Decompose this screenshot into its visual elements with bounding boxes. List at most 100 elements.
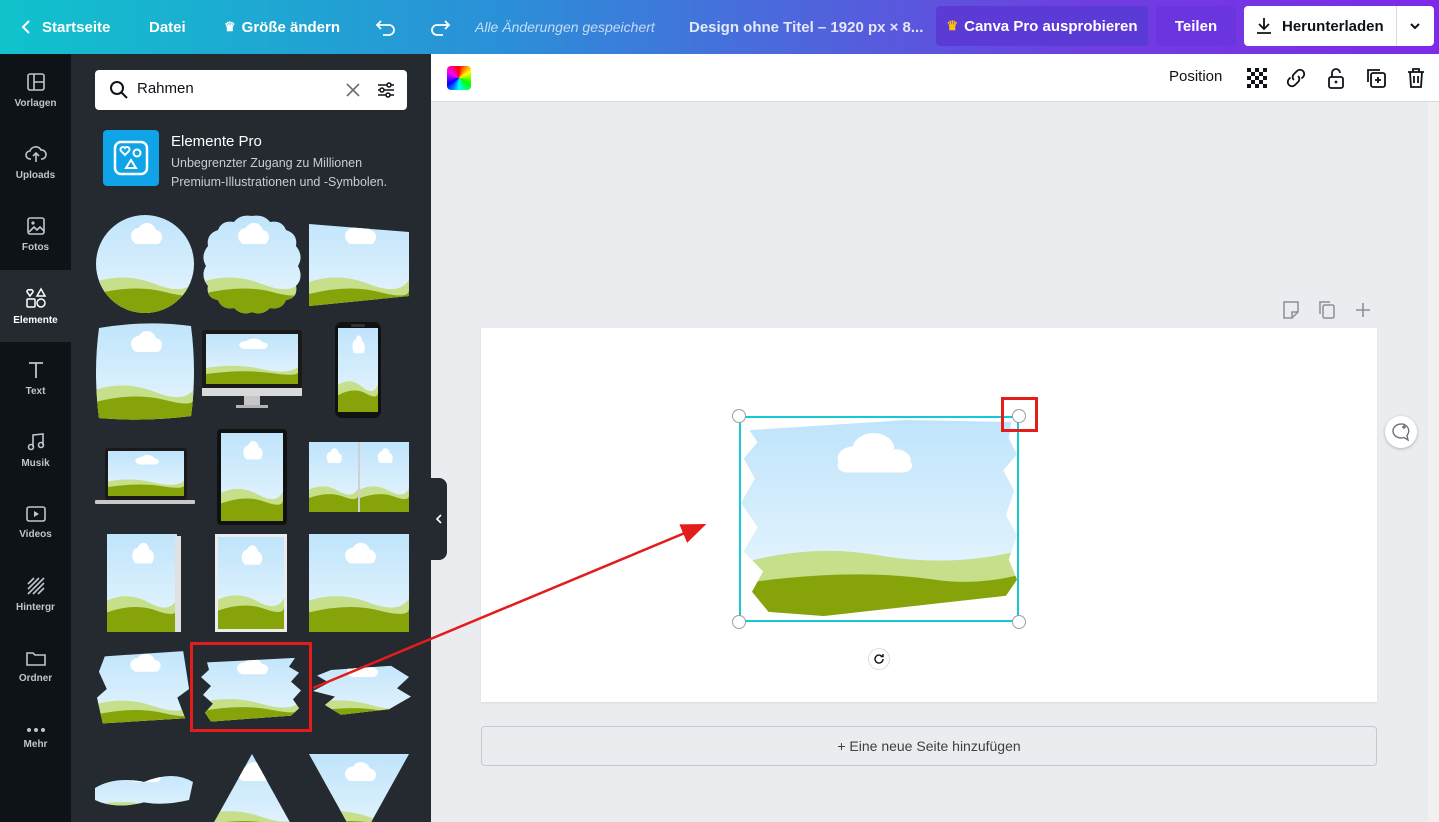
share-button[interactable]: Teilen [1156,6,1236,46]
download-divider [1396,6,1397,46]
top-bar: Startseite Datei ♛ Größe ändern Alle Änd… [0,0,1439,54]
promo-subtitle: Unbegrenzter Zugang zu Millionen Premium… [171,154,411,192]
try-pro-label: Canva Pro ausprobieren [964,17,1138,35]
add-new-page-button[interactable]: + Eine neue Seite hinzufügen [481,726,1377,766]
home-button[interactable]: Startseite [20,0,110,54]
download-button[interactable]: Herunterladen [1244,6,1434,46]
promo-title[interactable]: Elemente Pro [171,133,262,150]
comment-button[interactable] [1385,416,1417,448]
resize-label: Größe ändern [241,18,341,36]
frame-tablet[interactable] [217,429,287,525]
try-pro-button[interactable]: ♛ Canva Pro ausprobieren [936,6,1148,46]
copy-page-icon[interactable] [1318,300,1336,320]
highlight-box-selected-frame [190,642,312,732]
elements-pro-icon[interactable] [103,130,159,186]
trash-icon[interactable] [1404,66,1428,90]
frame-brush-stroke[interactable] [311,656,411,726]
rail-label: Text [25,385,46,397]
text-icon [28,361,43,378]
comment-add-icon [1392,423,1410,442]
rail-label: Elemente [13,314,58,326]
rail-item-uploads[interactable]: Uploads [0,126,71,198]
rail-item-more[interactable]: Mehr [0,702,71,774]
link-icon[interactable] [1284,66,1308,90]
clear-icon[interactable] [346,83,360,97]
save-status: Alle Änderungen gespeichert [475,19,655,35]
add-page-icon[interactable] [1354,300,1372,320]
resize-handle-top-left[interactable] [732,409,746,423]
undo-button[interactable] [375,0,397,54]
redo-icon [431,20,451,36]
color-picker-icon[interactable] [447,66,471,90]
design-title[interactable]: Design ohne Titel – 1920 px × 8... [689,0,923,54]
editor-toolbar: Position [431,54,1439,102]
unlock-icon[interactable] [1324,66,1348,90]
search-input[interactable] [137,80,337,97]
search-box[interactable] [95,70,407,110]
rail-item-templates[interactable]: Vorlagen [0,54,71,126]
collapse-panel-button[interactable] [431,478,447,560]
undo-icon [375,20,395,36]
frame-torn-edge[interactable] [95,646,193,732]
frame-triangle-inverted[interactable] [309,754,409,822]
folder-icon [25,651,46,666]
elements-icon [25,286,46,308]
frame-poster[interactable] [215,534,287,632]
frame-circle[interactable] [95,214,195,314]
duplicate-icon[interactable] [1364,66,1388,90]
rail-label: Hintergr [16,601,55,613]
frame-blob[interactable] [95,322,195,422]
rail-label: Fotos [21,241,50,253]
video-icon [25,505,46,522]
rail-item-folders[interactable]: Ordner [0,630,71,702]
chevron-down-icon[interactable] [1409,21,1421,31]
resize-handle-bottom-right[interactable] [1012,615,1026,629]
rail-item-photos[interactable]: Fotos [0,198,71,270]
frame-laptop[interactable] [95,448,195,504]
elements-panel: Elemente Pro Unbegrenzter Zugang zu Mill… [71,54,431,822]
home-label: Startseite [42,18,111,36]
rail-item-music[interactable]: Musik [0,414,71,486]
rail-item-videos[interactable]: Videos [0,486,71,558]
frame-phone[interactable] [335,322,381,418]
frame-canvas[interactable] [309,534,409,632]
chevron-left-icon [21,20,30,34]
highlight-box-corner-handle [1001,397,1038,432]
left-rail: Vorlagen Uploads Fotos Elemente Text Mus… [0,54,71,822]
download-label: Herunterladen [1282,17,1384,35]
rail-item-background[interactable]: Hintergr [0,558,71,630]
crown-icon: ♛ [946,18,959,33]
frame-skewed[interactable] [309,214,409,314]
resize-handle-bottom-left[interactable] [732,615,746,629]
crown-icon: ♛ [224,19,236,34]
position-button[interactable]: Position [1169,68,1222,85]
rail-label: Mehr [23,738,48,750]
frame-scallop[interactable] [202,214,302,314]
rail-label: Vorlagen [14,97,57,109]
rail-label: Musik [21,457,50,469]
transparency-icon[interactable] [1245,66,1269,90]
rotate-icon [874,654,884,664]
frame-wave[interactable] [95,764,193,822]
music-icon [27,432,44,450]
rotate-handle[interactable] [868,648,890,670]
download-icon [1257,18,1271,34]
frame-book-spread[interactable] [309,442,409,512]
search-icon [110,81,128,99]
background-icon [26,576,45,595]
redo-button[interactable] [429,0,451,54]
rail-label: Ordner [18,672,53,684]
rail-item-elements[interactable]: Elemente [0,270,71,342]
note-icon[interactable] [1282,300,1300,320]
scrollbar[interactable] [1428,102,1439,822]
frame-book-cover[interactable] [107,534,181,632]
photo-icon [26,216,45,235]
frame-triangle[interactable] [202,754,302,822]
rail-label: Uploads [15,169,56,181]
file-menu[interactable]: Datei [149,0,186,54]
resize-button[interactable]: ♛ Größe ändern [224,0,340,54]
rail-item-text[interactable]: Text [0,342,71,414]
chevron-left-icon [435,514,442,524]
filter-icon[interactable] [376,80,396,100]
frame-monitor[interactable] [202,330,302,408]
